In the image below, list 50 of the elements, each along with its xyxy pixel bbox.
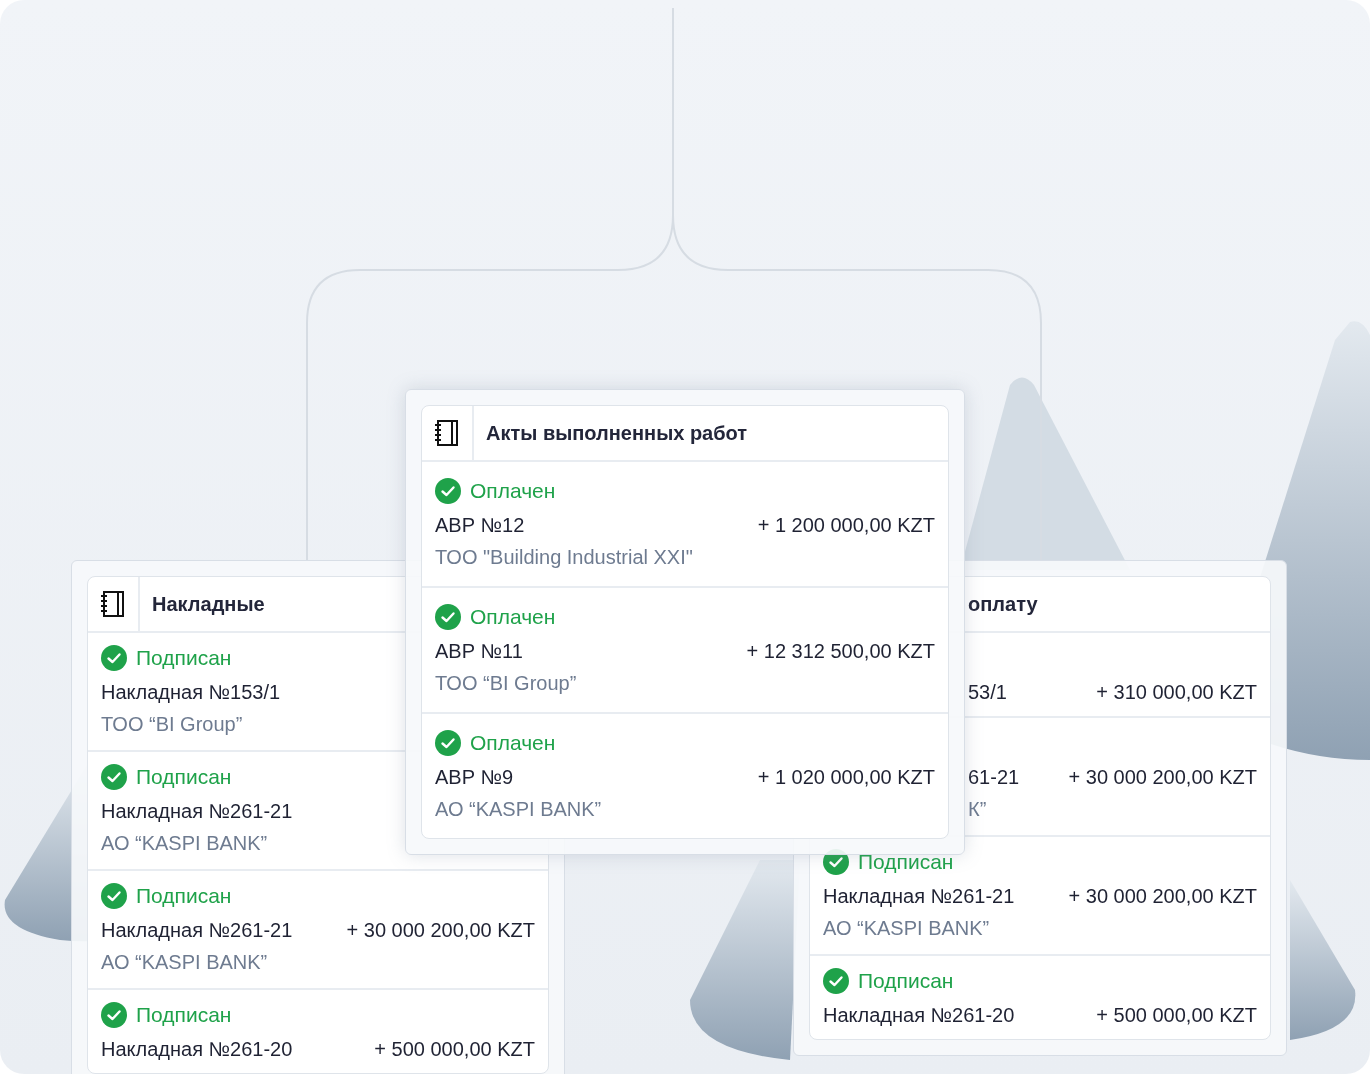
company-name: ТОО “BI Group” [101,713,243,737]
status-label: Оплачен [470,605,556,629]
card-title: оплату [968,592,1038,616]
amount: + 30 000 200,00 KZT [1068,765,1257,789]
check-circle-icon [435,478,461,504]
amount: + 1 200 000,00 KZT [757,513,935,537]
amount: + 12 312 500,00 KZT [746,639,935,663]
document-name: Накладная №153/1 [101,680,281,704]
amount: + 500 000,00 KZT [1096,1003,1257,1027]
company-name: К” [968,798,987,822]
company-name: ТОО "Building Industrial XXI" [435,546,693,570]
document-name: 53/1 [968,680,1007,704]
company-name: ТОО “BI Group” [435,672,577,696]
document-name: 61-21 [968,765,1020,789]
check-circle-icon [101,1002,127,1028]
status-label: Оплачен [470,731,556,755]
company-name: АО “KASPI BANK” [101,832,268,856]
notebook-icon [434,419,460,447]
card-title: Накладные [151,592,265,616]
check-circle-icon [435,604,461,630]
document-name: Накладная №261-20 [101,1037,293,1061]
document-name: Накладная №261-21 [101,918,293,942]
amount: + 30 000 200,00 KZT [346,918,535,942]
notebook-icon [100,590,126,618]
card-title: Акты выполненных работ [485,421,748,445]
document-name: АВР №11 [435,639,523,663]
document-name: Накладная №261-20 [823,1003,1015,1027]
status-label: Подписан [136,884,232,908]
check-circle-icon [101,764,127,790]
check-circle-icon [101,645,127,671]
status-label: Оплачен [470,479,556,503]
status-label: Подписан [136,765,232,789]
status-label: Подписан [858,969,954,993]
status-label: Подписан [858,850,954,874]
amount: + 500 000,00 KZT [374,1037,535,1061]
company-name: АО “KASPI BANK” [435,798,602,822]
amount: + 30 000 200,00 KZT [1068,884,1257,908]
document-name: Накладная №261-21 [823,884,1015,908]
company-name: АО “KASPI BANK” [101,951,268,975]
check-circle-icon [435,730,461,756]
company-name: АО “KASPI BANK” [823,917,990,941]
status-label: Подписан [136,646,232,670]
status-label: Подписан [136,1003,232,1027]
check-circle-icon [101,883,127,909]
amount: + 310 000,00 KZT [1096,680,1257,704]
document-name: АВР №9 [435,765,514,789]
check-circle-icon [823,968,849,994]
document-name: АВР №12 [435,513,525,537]
amount: + 1 020 000,00 KZT [757,765,935,789]
document-name: Накладная №261-21 [101,799,293,823]
